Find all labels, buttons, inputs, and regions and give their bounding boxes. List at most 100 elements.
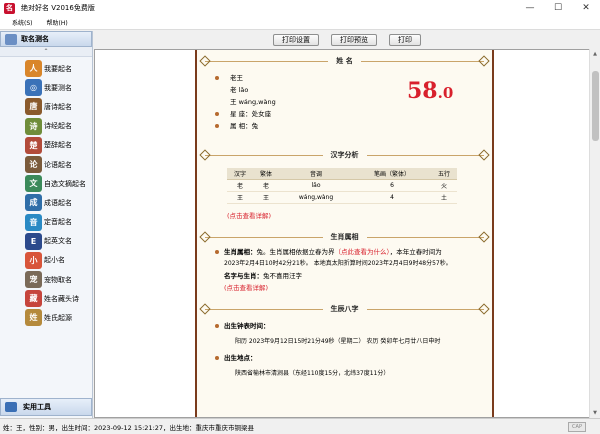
sidebar-item[interactable]: ◎ 我要测名	[0, 78, 92, 97]
birth-time-value: 阳历 2023年9月12日15时21分49秒（星期二） 农历 癸卯年七月廿八日申…	[235, 337, 441, 345]
ornament-icon	[478, 55, 490, 67]
birth-place-value: 陕西省榆林市清涧县（东经110度15分，北纬37度11分）	[235, 369, 390, 377]
menu-system[interactable]: 系统(S)	[10, 18, 35, 27]
close-button[interactable]: ✕	[572, 0, 600, 16]
report-paper: 姓 名 老王 老 lǎo 王 wáng,wàng 星 座：处女座 属 相：兔 5…	[195, 50, 494, 417]
sidebar-item-label: 自选文摘起名	[44, 179, 86, 188]
scrollbar-thumb[interactable]	[592, 71, 599, 141]
print-settings-button[interactable]: 打印设置	[273, 34, 319, 46]
maximize-button[interactable]: ☐	[544, 0, 572, 16]
sidebar-list: 人我要起名 ◎ 我要测名唐唐诗起名诗诗经起名楚楚辞起名论论语起名文自选文摘起名成成语…	[0, 57, 92, 328]
folder-icon	[5, 33, 17, 45]
sidebar-item[interactable]: 楚楚辞起名	[0, 136, 92, 155]
print-button[interactable]: 打印	[389, 34, 421, 46]
toolbar: 打印设置 打印预览 打印	[94, 31, 600, 49]
bullet-icon	[215, 76, 219, 80]
sidebar-item-label: 成语起名	[44, 198, 72, 207]
sidebar-item-label: 诗经起名	[44, 122, 72, 131]
sidebar-item-label: 我要起名	[44, 64, 72, 73]
sage-icon: 论	[25, 155, 42, 173]
sidebar-item-label: 宠物取名	[44, 275, 72, 284]
bullet-icon	[215, 112, 219, 116]
title-bar: 名 绝对好名 V2016免费版 — ☐ ✕	[0, 0, 600, 16]
sidebar-item[interactable]: E 起英文名	[0, 232, 92, 251]
why-link[interactable]: （点此查看为什么）	[335, 248, 390, 256]
sidebar-item[interactable]: 论论语起名	[0, 155, 92, 174]
ornament-icon	[199, 302, 211, 315]
hanzi-table: 汉字 繁体 音调 笔画（繁体） 五行 老 老 lǎo 6 火 王 王 wáng,…	[227, 168, 457, 204]
print-preview-button[interactable]: 打印预览	[331, 34, 377, 46]
magnifier-icon: ◎	[25, 79, 42, 97]
sidebar-footer-tools[interactable]: 实用工具	[0, 398, 92, 416]
animal-value: 兔	[251, 122, 259, 130]
sidebar-scroll-up-button[interactable]: ⌃	[0, 47, 92, 57]
animal-row: 属 相：兔	[215, 120, 492, 132]
ornament-icon	[199, 230, 211, 243]
full-name: 老王	[230, 74, 243, 82]
bazi-section-heading: 生辰八字	[197, 301, 492, 316]
sidebar-item[interactable]: 唐唐诗起名	[0, 97, 92, 116]
lichun-time-text: 2023年2月4日10时42分21秒。 本地真太阳折算时间2023年2月4日9时…	[224, 259, 452, 267]
sidebar-item[interactable]: 音定音起名	[0, 213, 92, 232]
sidebar-footer-label: 实用工具	[23, 403, 51, 411]
scroll-up-arrow-icon[interactable]: ▲	[590, 49, 600, 59]
hanzi-section-heading: 汉字分析	[197, 148, 492, 162]
status-text: 姓：王，性别：男，出生时间：2023-09-12 15:21:27，出生地：重庆…	[3, 423, 255, 432]
window-title: 绝对好名 V2016免费版	[21, 4, 95, 12]
ornament-icon	[199, 55, 211, 67]
caps-lock-indicator: CAP	[568, 422, 586, 432]
scroll-down-arrow-icon[interactable]: ▼	[590, 408, 600, 418]
scroll-icon: 楚	[25, 136, 42, 154]
book-icon: 诗	[25, 117, 42, 135]
name-section-heading: 姓 名	[197, 54, 492, 68]
sidebar-header-label: 取名测名	[21, 35, 49, 43]
birth-time-label-row: 出生钟表时间：	[215, 320, 482, 332]
ornament-icon	[199, 149, 211, 161]
bullet-icon	[215, 355, 219, 360]
sidebar: 取名测名 ⌃ 人我要起名 ◎ 我要测名唐唐诗起名诗诗经起名楚楚辞起名论论语起名文自选…	[0, 31, 93, 418]
zodiac-detail-link[interactable]: (点击查看详解)	[215, 282, 482, 294]
name-zodiac-row: 名字与生肖：兔不喜用汪字	[224, 271, 302, 280]
zodiac-sign-value: 处女座	[251, 110, 272, 118]
sidebar-item-label: 起英文名	[44, 237, 72, 246]
sidebar-item[interactable]: 文自选文摘起名	[0, 174, 92, 193]
sidebar-item-label: 我要测名	[44, 83, 72, 92]
sidebar-item[interactable]: 姓姓氏起源	[0, 308, 92, 327]
report-scrollbar[interactable]: ▲ ▼	[589, 49, 600, 418]
ornament-icon	[478, 230, 490, 243]
sidebar-item-label: 姓名藏头诗	[44, 294, 79, 303]
table-row: 王 王 wáng,wàng 4 土	[227, 191, 457, 204]
name-score: 58.0	[407, 78, 454, 104]
bullet-icon	[215, 323, 219, 328]
sidebar-header[interactable]: 取名测名	[0, 31, 92, 47]
app-window: 名 绝对好名 V2016免费版 — ☐ ✕ 系统(S) 帮助(H) 取名测名 ⌃…	[0, 0, 600, 434]
hanzi-table-header: 汉字 繁体 音调 笔画（繁体） 五行	[227, 168, 457, 180]
menu-help[interactable]: 帮助(H)	[45, 18, 70, 27]
report-view: 姓 名 老王 老 lǎo 王 wáng,wàng 星 座：处女座 属 相：兔 5…	[94, 49, 591, 418]
minimize-button[interactable]: —	[516, 0, 544, 16]
scroll-origin-icon: 姓	[25, 309, 42, 327]
sidebar-item[interactable]: 宠宠物取名	[0, 270, 92, 289]
sidebar-item[interactable]: 成成语起名	[0, 193, 92, 212]
globe-icon: 音	[25, 213, 42, 231]
sidebar-item-label: 楚辞起名	[44, 141, 72, 150]
menu-bar: 系统(S) 帮助(H)	[0, 16, 600, 30]
status-bar: 姓：王，性别：男，出生时间：2023-09-12 15:21:27，出生地：重庆…	[0, 418, 600, 434]
sidebar-item-label: 唐诗起名	[44, 102, 72, 111]
calligraphy-icon: 藏	[25, 290, 42, 308]
books-icon: 文	[25, 175, 42, 193]
uk-flag-icon: E	[25, 232, 42, 250]
bullet-icon	[215, 249, 219, 254]
ornament-icon	[478, 149, 490, 161]
idiom-book-icon: 成	[25, 194, 42, 212]
sidebar-item[interactable]: 人我要起名	[0, 59, 92, 78]
sidebar-item-label: 起小名	[44, 256, 65, 265]
ornament-icon	[478, 302, 490, 315]
zodiac-line: 生肖属相：兔。生肖属相依据立春为界（点此查看为什么），本年立春时间为	[215, 246, 482, 258]
sidebar-item[interactable]: 藏姓名藏头诗	[0, 289, 92, 308]
hanzi-detail-link[interactable]: (点击查看详解)	[197, 210, 492, 222]
zodiac-section-heading: 生肖属相	[197, 229, 492, 244]
sidebar-item[interactable]: 诗诗经起名	[0, 117, 92, 136]
toolbox-icon	[5, 402, 17, 412]
sidebar-item[interactable]: 小起小名	[0, 251, 92, 270]
